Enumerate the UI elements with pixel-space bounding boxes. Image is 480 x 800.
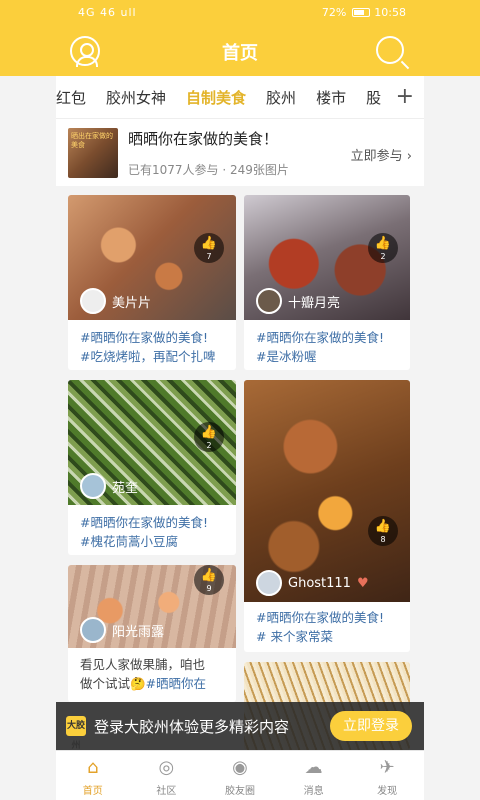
topic-stats: 已有1077人参与 · 249张图片: [128, 163, 289, 177]
like-button[interactable]: 👍 7: [194, 233, 224, 263]
heart-icon: ♥: [356, 575, 369, 591]
status-bar: 4G 46 ull 72% 10:58: [0, 0, 480, 26]
post-author[interactable]: 苑奎: [80, 473, 138, 499]
post-author[interactable]: 阳光雨露: [80, 617, 164, 643]
topic-tag[interactable]: #晒晒你在: [146, 676, 206, 691]
post-card[interactable]: 👍 2 十瓣月亮 #晒晒你在家做的美食! #是冰粉喔: [244, 195, 410, 370]
post-text: 看见人家做果脯，咱也 做个试试🤔#晒晒你在: [80, 655, 226, 693]
avatar: [80, 473, 106, 499]
topic-banner[interactable]: 晒出在家做的美食 晒晒你在家做的美食！ 已有1077人参与 · 249张图片 立…: [56, 118, 424, 186]
nav-home-label: 首页: [82, 786, 103, 797]
topic-title: 晒晒你在家做的美食！: [128, 130, 279, 148]
app-logo: 大胶州: [66, 716, 86, 751]
message-icon: ☁: [304, 757, 323, 778]
author-name: 阳光雨露: [112, 624, 165, 640]
tab-jiaozhou[interactable]: 胶州: [266, 76, 296, 108]
nav-friends-label: 胶友圈: [224, 786, 255, 797]
page-title: 首页: [222, 43, 258, 64]
avatar: [256, 570, 282, 596]
post-card[interactable]: 👍 8 Ghost111 ♥ #晒晒你在家做的美食! # 来个家常菜: [244, 380, 410, 652]
author-name: 十瓣月亮: [288, 295, 341, 311]
topic-tag[interactable]: #晒晒你在家做的美食!: [80, 328, 226, 347]
author-name: Ghost111: [288, 575, 351, 591]
like-button[interactable]: 👍 2: [368, 233, 398, 263]
topic-tag[interactable]: #晒晒你在家做的美食!: [80, 513, 226, 532]
post-card[interactable]: 👍 2 苑奎 #晒晒你在家做的美食! #槐花茼蒿小豆腐: [68, 380, 236, 555]
like-count: 2: [206, 441, 212, 450]
tab-property[interactable]: 楼市: [316, 76, 346, 108]
avatar: [80, 617, 106, 643]
category-tabs: 红包 胶州女神 自制美食 胶州 楼市股 +: [56, 76, 424, 118]
nav-community[interactable]: ◎ 社区: [130, 751, 204, 800]
author-name: 美片片: [112, 295, 152, 311]
nav-discover[interactable]: ✈ 发现: [350, 751, 424, 800]
community-icon: ◎: [158, 757, 175, 778]
status-right: 72% 10:58: [322, 6, 406, 19]
post-author[interactable]: Ghost111 ♥: [256, 570, 369, 596]
app-screen: 4G 46 ull 72% 10:58 首页 红包 胶州女神 自制美食 胶州 楼市股 + …: [0, 0, 480, 800]
like-button[interactable]: 👍 8: [368, 516, 398, 546]
nav-home[interactable]: ⌂ 首页: [56, 751, 130, 800]
post-card[interactable]: 👍 7 美片片 #晒晒你在家做的美食! #吃烧烤啦，再配个扎啤: [68, 195, 236, 370]
search-icon[interactable]: [376, 36, 404, 64]
post-caption: # 来个家常菜: [256, 629, 333, 644]
topic-tag[interactable]: #晒晒你在家做的美食!: [256, 328, 400, 347]
post-caption-2: 做个试试🤔: [80, 676, 146, 691]
author-name: 苑奎: [112, 480, 139, 496]
topic-tag[interactable]: #晒晒你在家做的美食!: [256, 608, 400, 627]
like-count: 8: [380, 535, 386, 544]
post-author[interactable]: 十瓣月亮: [256, 288, 340, 314]
like-button[interactable]: 👍 2: [194, 422, 224, 452]
post-caption: #槐花茼蒿小豆腐: [80, 534, 178, 549]
home-icon: ⌂: [87, 757, 99, 778]
nav-community-label: 社区: [156, 786, 177, 797]
join-topic-button[interactable]: 立即参与 ›: [351, 145, 412, 164]
post-text: #晒晒你在家做的美食! # 来个家常菜: [256, 608, 400, 646]
topic-thumbnail: 晒出在家做的美食: [68, 128, 118, 178]
post-caption: #吃烧烤啦，再配个扎啤: [80, 349, 216, 364]
like-count: 2: [380, 252, 386, 261]
nav-friends-circle[interactable]: ◉ 胶友圈: [203, 751, 277, 800]
nav-discover-label: 发现: [377, 786, 398, 797]
battery-percent: 72%: [321, 6, 347, 19]
friends-circle-icon: ◉: [232, 757, 248, 778]
top-header: 首页: [0, 26, 480, 76]
login-button[interactable]: 立即登录: [330, 711, 412, 741]
post-author[interactable]: 美片片: [80, 288, 151, 314]
like-button[interactable]: 👍 9: [194, 565, 224, 595]
bottom-nav: ⌂ 首页 ◎ 社区 ◉ 胶友圈 ☁ 消息 ✈ 发现: [56, 750, 424, 800]
tab-jiaozhou-goddess[interactable]: 胶州女神: [106, 76, 166, 108]
post-text: #晒晒你在家做的美食! #槐花茼蒿小豆腐: [80, 513, 226, 551]
like-count: 7: [206, 252, 212, 261]
post-caption: 看见人家做果脯，咱也: [80, 657, 206, 672]
post-text: #晒晒你在家做的美食! #是冰粉喔: [256, 328, 400, 366]
tab-hongbao[interactable]: 红包: [56, 76, 86, 108]
signal-indicator: 4G 46 ull: [78, 6, 137, 19]
avatar: [256, 288, 282, 314]
thumbnail-caption: 晒出在家做的美食: [71, 132, 113, 149]
clock: 10:58: [374, 6, 406, 19]
discover-icon: ✈: [379, 757, 395, 778]
avatar: [80, 288, 106, 314]
like-count: 9: [206, 584, 212, 593]
tab-homemade-food[interactable]: 自制美食: [186, 76, 246, 108]
post-caption: #是冰粉喔: [256, 349, 317, 364]
post-text: #晒晒你在家做的美食! #吃烧烤啦，再配个扎啤: [80, 328, 226, 366]
tab-stock[interactable]: 股: [366, 76, 381, 108]
post-card[interactable]: 👍 9 阳光雨露 看见人家做果脯，咱也 做个试试🤔#晒晒你在: [68, 565, 236, 702]
battery-icon: [352, 8, 371, 17]
post-image: [244, 380, 410, 602]
add-tab-icon[interactable]: +: [396, 84, 414, 109]
login-prompt-bar: 大胶州 登录大胶州体验更多精彩内容 立即登录: [56, 702, 424, 751]
login-message: 登录大胶州体验更多精彩内容: [94, 718, 290, 736]
nav-messages-label: 消息: [303, 786, 324, 797]
nav-messages[interactable]: ☁ 消息: [277, 751, 351, 800]
